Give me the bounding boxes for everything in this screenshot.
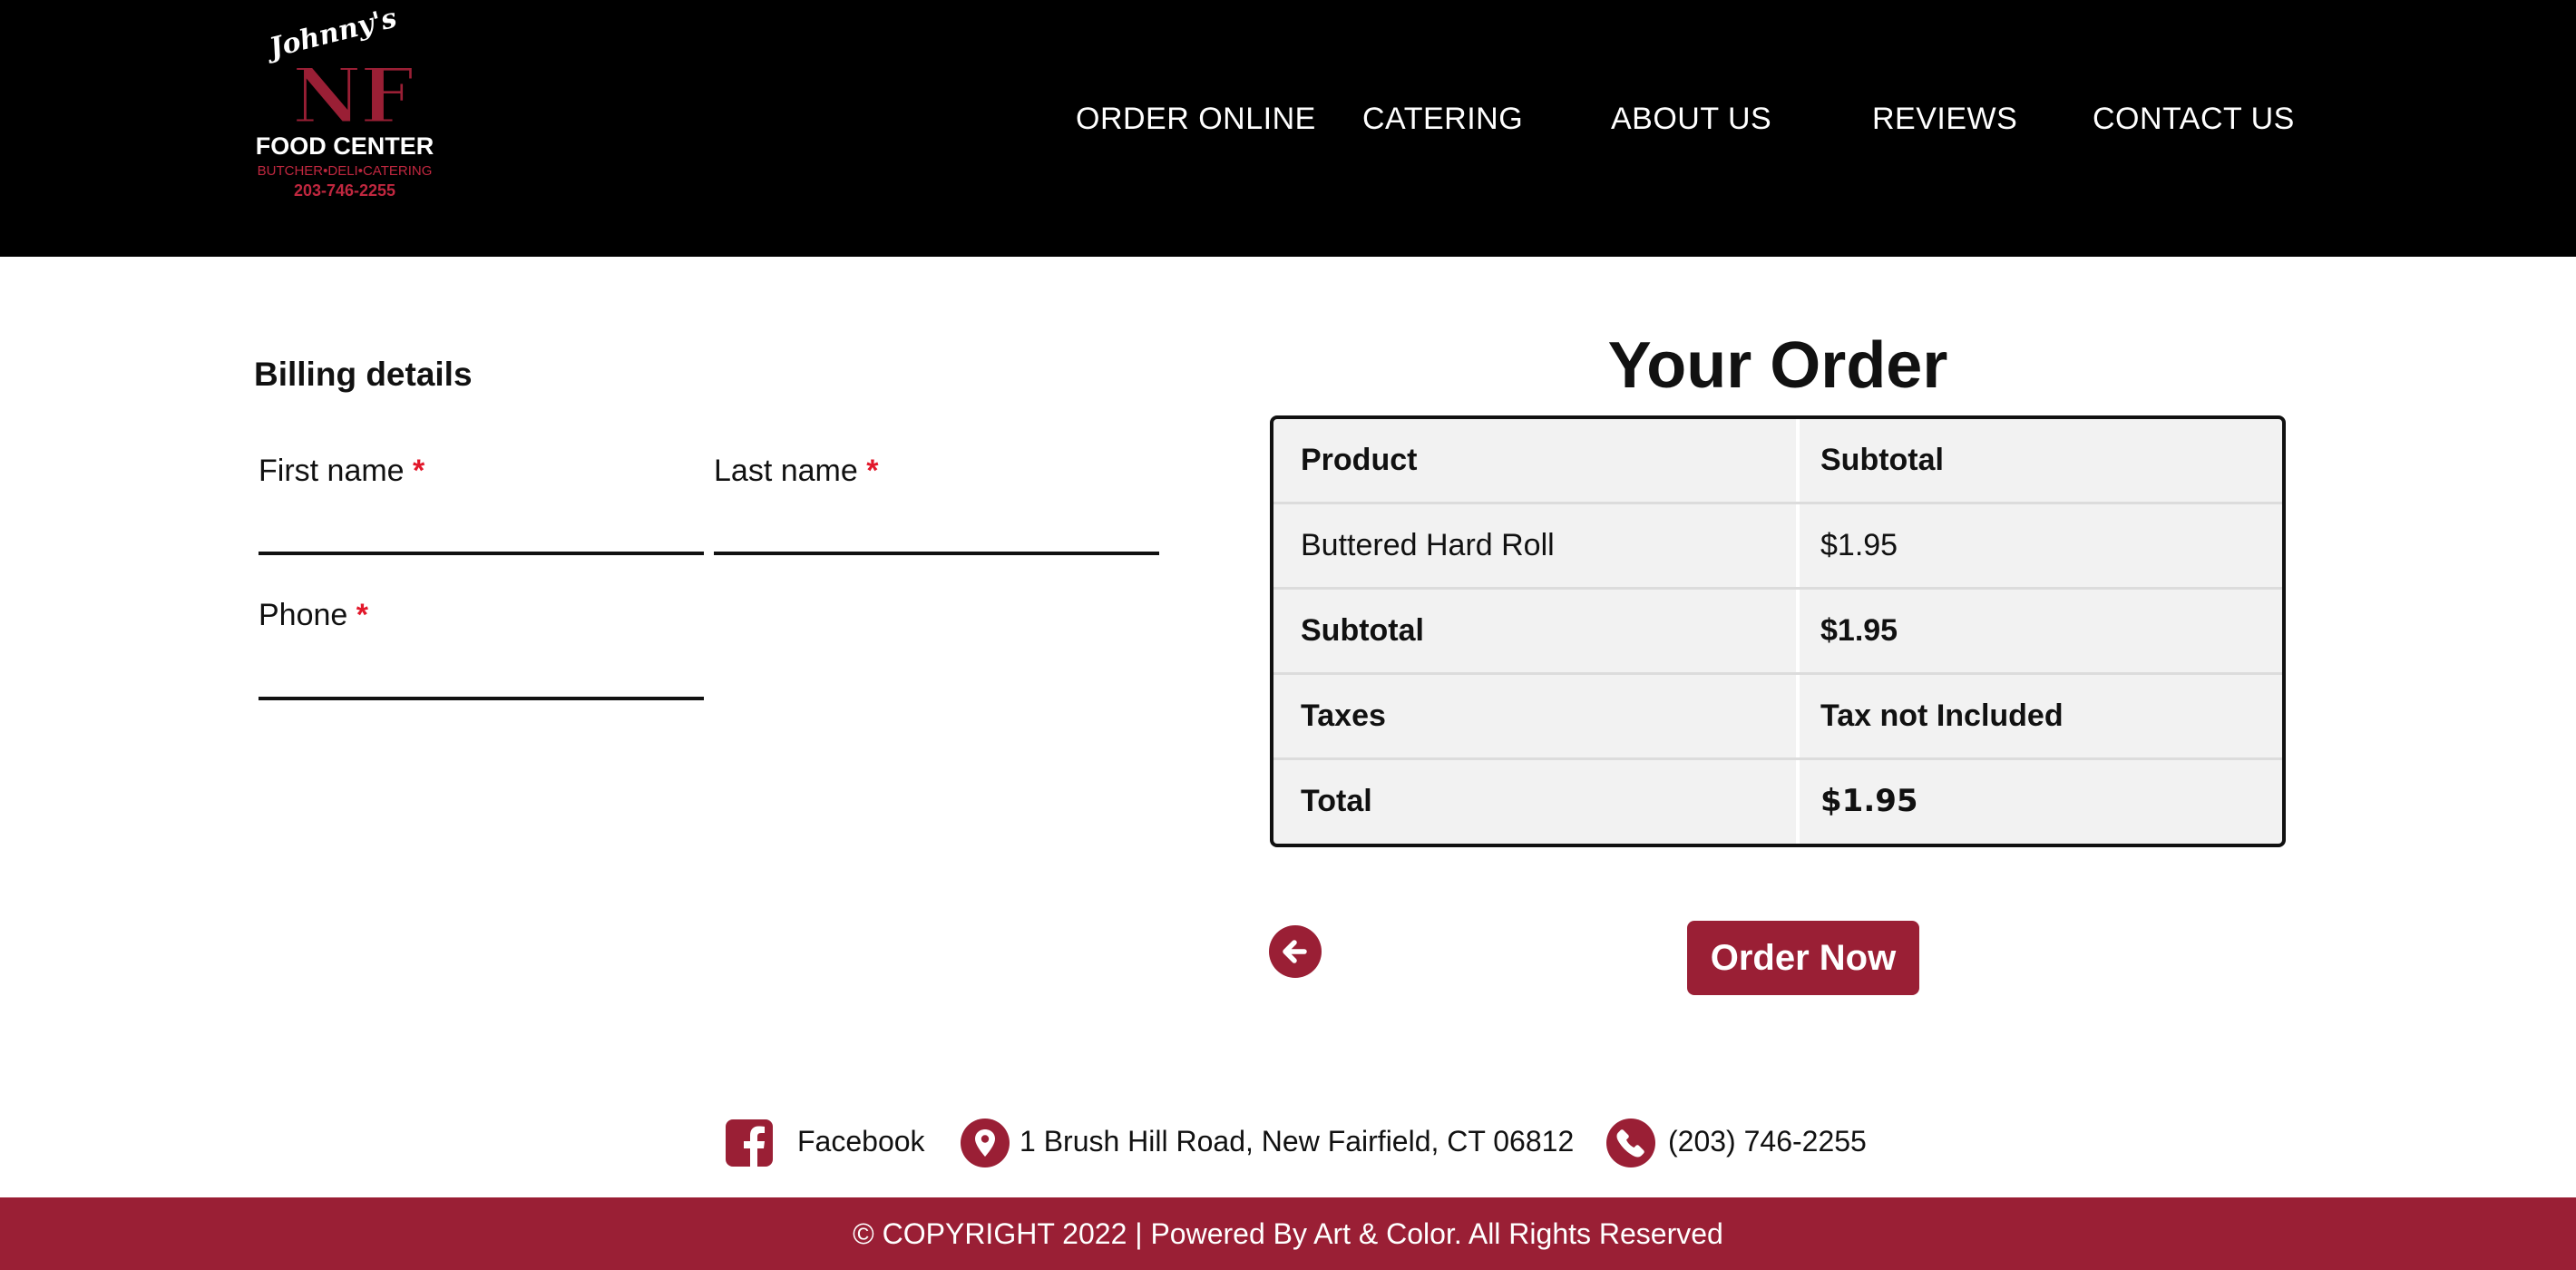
phone-icon [1606, 1119, 1655, 1167]
phone-input[interactable] [259, 668, 704, 700]
taxes-row: Taxes Tax not Included [1273, 675, 2282, 760]
billing-title: Billing details [254, 356, 473, 393]
table-header-row: Product Subtotal [1273, 419, 2282, 504]
total-label: Total [1301, 784, 1372, 818]
product-subtotal: $1.95 [1820, 528, 1898, 562]
back-button[interactable] [1269, 925, 1322, 978]
last-name-input[interactable] [714, 523, 1159, 555]
first-name-label: First name * [259, 454, 424, 489]
nav-contact-us[interactable]: CONTACT US [2093, 102, 2295, 137]
facebook-label: Facebook [797, 1125, 925, 1158]
nav-order-online[interactable]: ORDER ONLINE [1076, 102, 1316, 137]
required-mark: * [356, 598, 369, 632]
order-title: Your Order [1607, 329, 1948, 402]
total-row: Total $1.95 [1273, 760, 2282, 844]
required-mark: * [413, 454, 425, 488]
facebook-link[interactable]: Facebook [724, 1118, 932, 1167]
subtotal-value: $1.95 [1820, 613, 1898, 648]
product-name: Buttered Hard Roll [1301, 528, 1555, 562]
arrow-left-icon [1283, 940, 1307, 963]
nav-catering[interactable]: CATERING [1362, 102, 1523, 137]
last-name-label-text: Last name [714, 454, 858, 488]
logo-phone: 203-746-2255 [293, 181, 396, 200]
site-logo[interactable]: Johnny's NF FOOD CENTER BUTCHER•DELI•CAT… [254, 2, 435, 207]
facebook-icon [726, 1119, 773, 1167]
phone-text: (203) 746-2255 [1668, 1125, 1867, 1158]
logo-tagline: BUTCHER•DELI•CATERING [257, 163, 433, 179]
footer-bar: © COPYRIGHT 2022 | Powered By Art & Colo… [0, 1197, 2576, 1270]
phone-info[interactable]: (203) 746-2255 [1605, 1118, 1878, 1167]
phone-label-text: Phone [259, 598, 348, 632]
first-name-input[interactable] [259, 523, 704, 555]
taxes-value: Tax not Included [1820, 698, 2064, 733]
logo-initials: NF [291, 51, 415, 141]
subtotal-row: Subtotal $1.95 [1273, 590, 2282, 675]
nav-about-us[interactable]: ABOUT US [1611, 102, 1771, 137]
logo-name: FOOD CENTER [255, 132, 434, 160]
total-value: $1.95 [1820, 783, 1918, 819]
first-name-label-text: First name [259, 454, 405, 488]
address-text: 1 Brush Hill Road, New Fairfield, CT 068… [1020, 1125, 1575, 1158]
last-name-label: Last name * [714, 454, 878, 489]
nav-reviews[interactable]: REVIEWS [1872, 102, 2017, 137]
site-header: Johnny's NF FOOD CENTER BUTCHER•DELI•CAT… [0, 0, 2576, 257]
subtotal-header: Subtotal [1820, 443, 1944, 477]
table-row: Buttered Hard Roll $1.95 [1273, 504, 2282, 590]
subtotal-label: Subtotal [1301, 613, 1424, 648]
product-header: Product [1301, 443, 1418, 477]
copyright-text: © COPYRIGHT 2022 | Powered By Art & Colo… [853, 1217, 1723, 1250]
taxes-label: Taxes [1301, 698, 1386, 733]
order-now-button[interactable]: Order Now [1687, 921, 1919, 995]
required-mark: * [866, 454, 879, 488]
map-pin-icon [961, 1119, 1010, 1167]
phone-label: Phone * [259, 598, 368, 633]
order-table: Product Subtotal Buttered Hard Roll $1.9… [1270, 415, 2286, 847]
address-info: 1 Brush Hill Road, New Fairfield, CT 068… [960, 1118, 1576, 1167]
